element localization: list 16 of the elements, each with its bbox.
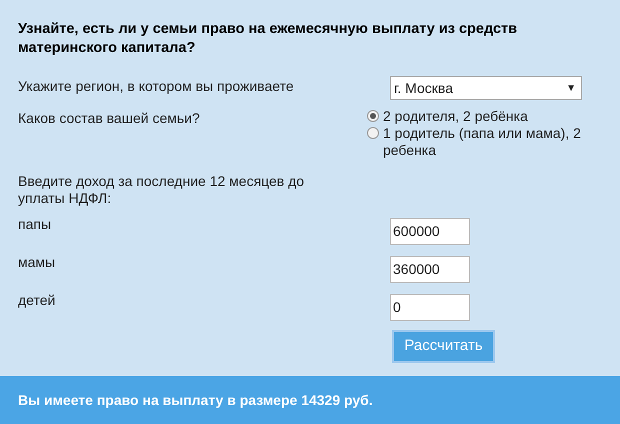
income-field-label: мамы <box>18 253 56 272</box>
region-select[interactable]: г. Москва ▼ <box>390 76 582 100</box>
income-field-label: детей <box>18 291 56 310</box>
income-input[interactable]: 600000 <box>390 218 470 245</box>
result-text: Вы имеете право на выплату в размере 14329 руб. <box>18 390 373 410</box>
region-label: Укажите регион, в котором вы проживаете <box>18 77 295 96</box>
income-field-label: папы <box>18 215 52 234</box>
radio-button[interactable] <box>367 110 379 122</box>
income-input[interactable]: 360000 <box>390 256 470 283</box>
family-label: Каков состав вашей семьи? <box>18 109 201 128</box>
radio-label: 2 родителя, 2 ребёнка <box>383 108 529 125</box>
income-label: Введите доход за последние 12 месяцев до уплаты НДФЛ: <box>18 173 306 207</box>
radio-label: 1 родитель (папа или мама), 2 ребенка <box>383 125 582 159</box>
radio-button[interactable] <box>367 127 379 139</box>
income-input[interactable]: 0 <box>390 294 470 321</box>
form-title: Узнайте, есть ли у семьи право на ежемесячную выплату из средств материнского капитала? <box>18 20 518 58</box>
